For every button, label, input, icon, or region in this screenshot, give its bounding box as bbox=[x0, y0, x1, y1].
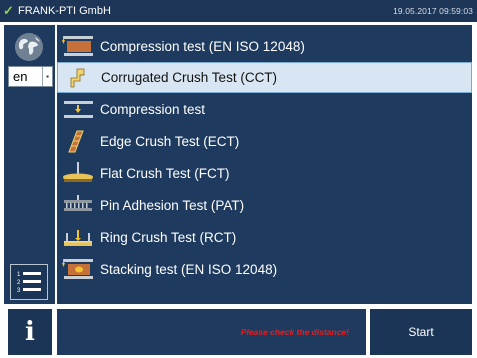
dropdown-arrow-icon[interactable]: ▪ bbox=[42, 67, 52, 86]
list-item-rct[interactable]: Ring Crush Test (RCT) bbox=[57, 222, 472, 253]
stacking-box-icon bbox=[61, 256, 95, 282]
status-message: Please check the distance! bbox=[240, 327, 349, 337]
list-item-label: Stacking test (EN ISO 12048) bbox=[100, 262, 278, 277]
list-item-compression-test-iso[interactable]: Compression test (EN ISO 12048) bbox=[57, 31, 472, 62]
app-window: ✓ FRANK-PTI GmbH 19.05.2017 09:59:03 en … bbox=[0, 0, 477, 358]
language-select[interactable]: en ▪ bbox=[8, 66, 53, 87]
cct-sample-icon bbox=[62, 65, 96, 91]
list-item-cct[interactable]: Corrugated Crush Test (CCT) bbox=[57, 62, 472, 93]
svg-text:2: 2 bbox=[17, 280, 21, 286]
list-item-pat[interactable]: Pin Adhesion Test (PAT) bbox=[57, 190, 472, 221]
pat-fixture-icon bbox=[61, 192, 95, 218]
list-item-compression-test[interactable]: Compression test bbox=[57, 94, 472, 125]
rct-fixture-icon bbox=[61, 224, 95, 250]
language-value: en bbox=[13, 69, 28, 84]
numbered-list-button[interactable]: 1 2 3 bbox=[10, 264, 48, 300]
list-item-label: Compression test (EN ISO 12048) bbox=[100, 39, 305, 54]
list-item-fct[interactable]: Flat Crush Test (FCT) bbox=[57, 158, 472, 189]
list-item-label: Compression test bbox=[100, 102, 206, 117]
left-panel: en ▪ 1 2 3 bbox=[4, 25, 55, 304]
status-bar: Please check the distance! bbox=[57, 309, 366, 355]
list-item-label: Edge Crush Test (ECT) bbox=[100, 134, 240, 149]
list-item-label: Flat Crush Test (FCT) bbox=[100, 166, 230, 181]
list-item-stacking-test[interactable]: Stacking test (EN ISO 12048) bbox=[57, 254, 472, 285]
checkmark-icon: ✓ bbox=[3, 3, 14, 18]
globe-icon bbox=[15, 33, 43, 61]
list-item-label: Pin Adhesion Test (PAT) bbox=[100, 198, 245, 213]
compression-box-icon bbox=[61, 33, 95, 59]
list-item-label: Corrugated Crush Test (CCT) bbox=[101, 70, 278, 85]
numbered-list-icon: 1 2 3 bbox=[17, 272, 41, 294]
start-button[interactable]: Start bbox=[370, 309, 472, 355]
compression-plates-icon bbox=[61, 96, 95, 122]
ect-sample-icon bbox=[61, 128, 95, 154]
info-icon: i bbox=[25, 317, 35, 347]
fct-fixture-icon bbox=[61, 160, 95, 186]
svg-text:3: 3 bbox=[17, 288, 21, 294]
svg-text:1: 1 bbox=[17, 272, 21, 278]
info-button[interactable]: i bbox=[8, 309, 52, 355]
title-bar: ✓ FRANK-PTI GmbH 19.05.2017 09:59:03 bbox=[0, 0, 477, 22]
list-item-ect[interactable]: Edge Crush Test (ECT) bbox=[57, 126, 472, 157]
brand-name: FRANK-PTI GmbH bbox=[18, 5, 111, 17]
list-item-label: Ring Crush Test (RCT) bbox=[100, 230, 237, 245]
test-list: Compression test (EN ISO 12048) Corrugat… bbox=[57, 25, 472, 304]
date-time: 19.05.2017 09:59:03 bbox=[393, 6, 473, 16]
